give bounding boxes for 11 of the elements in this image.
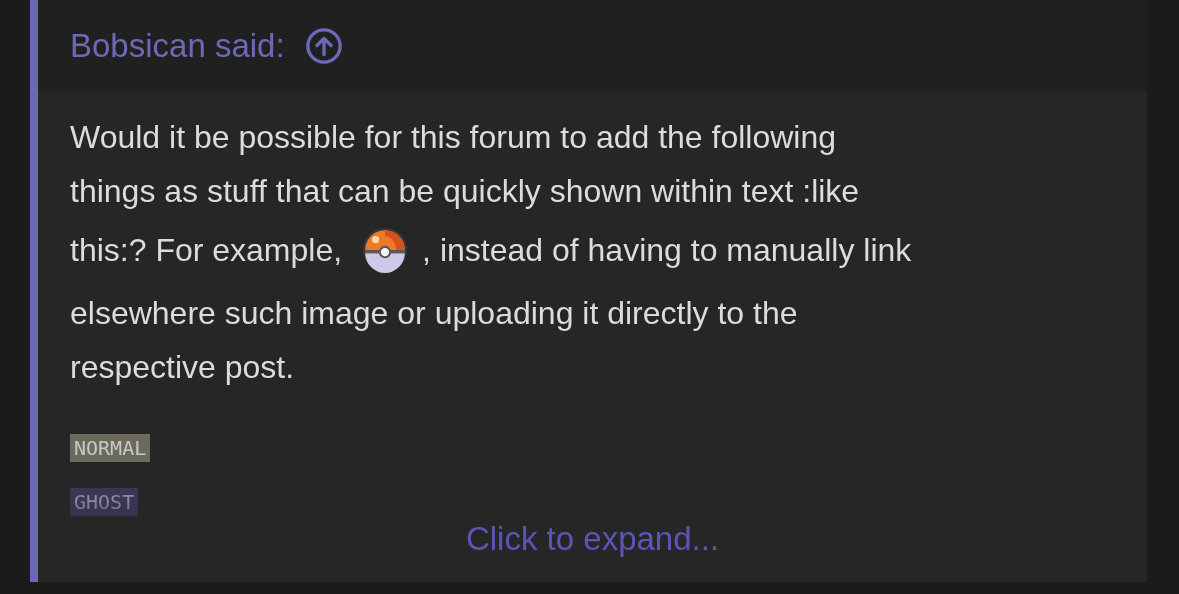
quote-text: Would it be possible for this forum to add the following (70, 118, 837, 157)
quote-text: this:? For example, (70, 231, 343, 270)
quote-text: , instead of having to manually link (422, 231, 912, 270)
arrow-up-circle-icon[interactable] (304, 27, 343, 65)
quote-text: things as stuff that can be quickly shown within text :like (70, 172, 860, 211)
quote-author[interactable]: Bobsican said: (70, 27, 285, 65)
type-label: GHOST (70, 488, 139, 516)
expand-link[interactable]: Click to expand... (465, 520, 720, 558)
quote-text: elsewhere such image or uploading it directly to the (70, 294, 798, 333)
quote-text: respective post. (70, 348, 295, 387)
type-label: NORMAL (70, 434, 151, 462)
